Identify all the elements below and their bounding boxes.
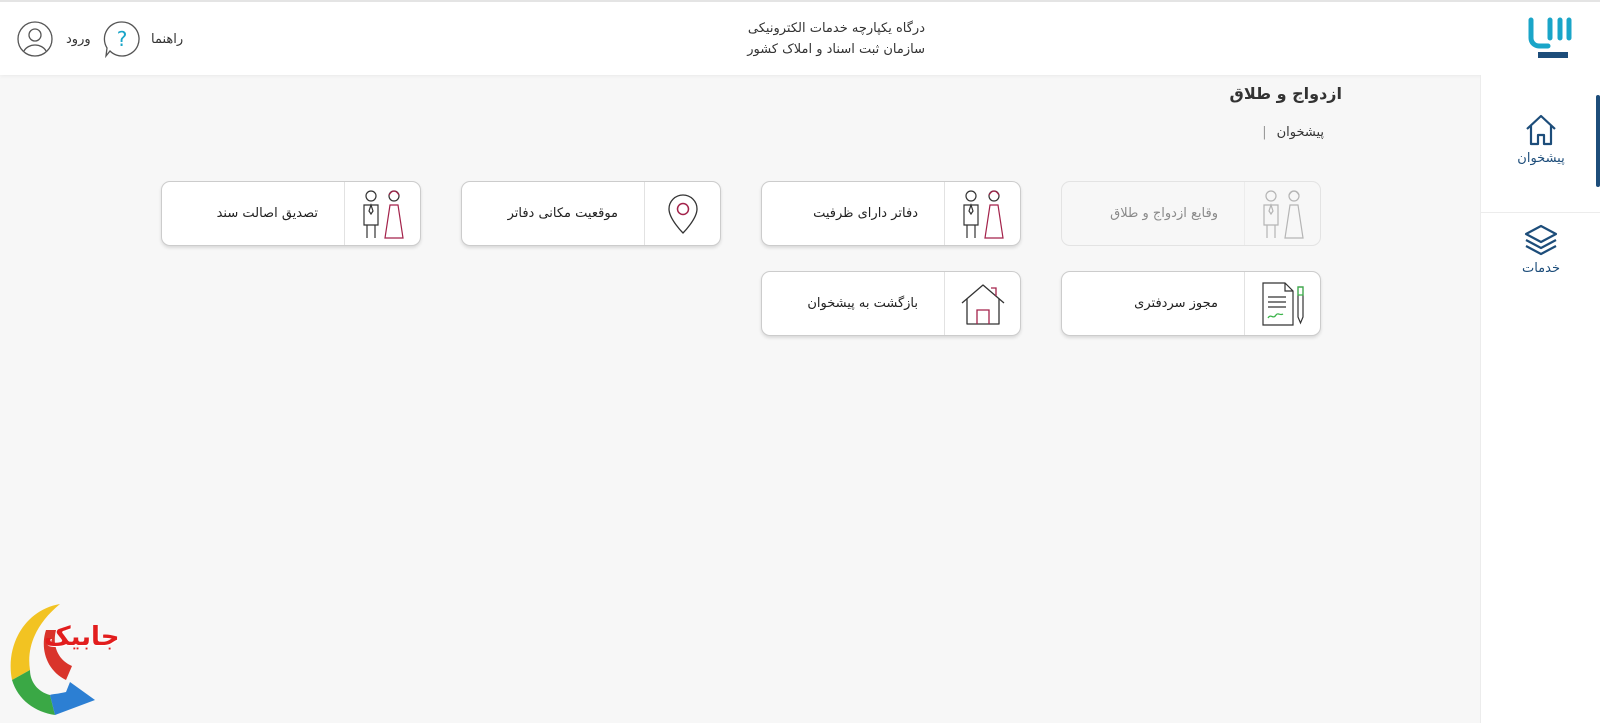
svg-text:?: ? <box>117 27 128 51</box>
bride-groom-icon <box>962 189 1004 239</box>
header-title-line2: سازمان ثبت اسناد و املاک کشور <box>747 42 925 57</box>
help-label: راهنما <box>151 31 184 47</box>
question-icon: ? <box>103 21 140 58</box>
breadcrumb: پیشخوان | <box>1262 125 1324 140</box>
header-titles: درگاه یکپارچه خدمات الکترونیکی سازمان ثب… <box>640 18 925 60</box>
card-back-to-dashboard[interactable]: بازگشت به پیشخوان <box>761 271 1021 336</box>
home-icon <box>1526 114 1556 146</box>
card-label: موقعیت مکانی دفاتر <box>507 206 618 221</box>
top-header: درگاه یکپارچه خدمات الکترونیکی سازمان ثب… <box>0 0 1600 75</box>
sidebar-item-dashboard[interactable]: پیشخوان <box>1481 113 1600 213</box>
card-label: مجوز سردفتری <box>1134 296 1218 311</box>
sabt-logo-icon[interactable] <box>1528 16 1572 62</box>
card-notary-license[interactable]: مجوز سردفتری <box>1061 271 1321 336</box>
card-label: بازگشت به پیشخوان <box>807 296 918 311</box>
card-marriage-divorce-events[interactable]: وقایع ازدواج و طلاق <box>1061 181 1321 246</box>
watermark-text: جابیک <box>44 622 120 652</box>
card-office-locations[interactable]: موقعیت مکانی دفاتر <box>461 181 721 246</box>
card-offices-with-capacity[interactable]: دفاتر دارای ظرفیت <box>761 181 1021 246</box>
watermark-logo: جابیک <box>0 600 140 723</box>
jabik-swirl-icon <box>10 604 95 715</box>
sidebar-item-label: پیشخوان <box>1517 151 1565 166</box>
location-pin-icon <box>667 193 698 234</box>
layers-icon <box>1524 224 1558 256</box>
help-button[interactable]: ? راهنما <box>103 19 183 59</box>
header-title-line1: درگاه یکپارچه خدمات الکترونیکی <box>747 21 925 36</box>
card-label: وقایع ازدواج و طلاق <box>1110 206 1218 221</box>
document-pen-icon <box>1261 281 1304 326</box>
login-label: ورود <box>66 31 91 47</box>
bride-groom-icon <box>1262 189 1304 239</box>
card-label: دفاتر دارای ظرفیت <box>813 206 918 221</box>
card-label: تصدیق اصالت سند <box>216 206 318 221</box>
sidebar-item-services[interactable]: خدمات <box>1481 223 1600 276</box>
user-avatar-icon <box>17 21 53 57</box>
card-document-authenticity[interactable]: تصدیق اصالت سند <box>161 181 421 246</box>
right-sidebar: پیشخوان خدمات <box>1480 75 1600 723</box>
breadcrumb-separator: | <box>1262 125 1267 140</box>
sidebar-item-label: خدمات <box>1521 261 1561 276</box>
page-title: ازدواج و طلاق <box>1229 84 1342 103</box>
house-icon <box>961 283 1004 325</box>
bride-groom-icon <box>362 189 404 239</box>
breadcrumb-item-dashboard[interactable]: پیشخوان <box>1277 125 1324 140</box>
login-button[interactable]: ورود <box>16 19 91 59</box>
